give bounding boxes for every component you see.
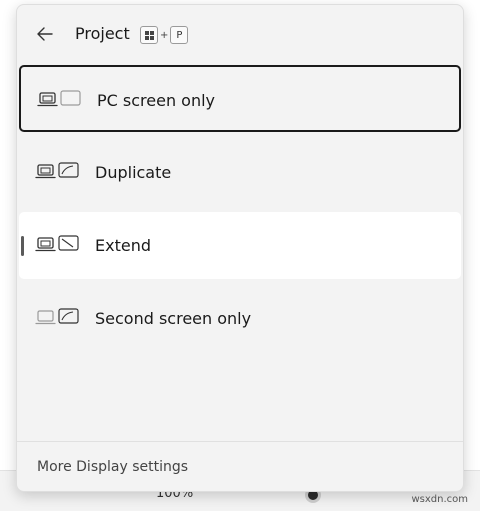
option-label: PC screen only xyxy=(97,91,216,110)
footer-divider xyxy=(17,441,463,442)
option-duplicate[interactable]: Duplicate xyxy=(19,139,461,206)
back-arrow-icon[interactable] xyxy=(35,24,55,44)
more-display-settings-link[interactable]: More Display settings xyxy=(37,459,188,475)
active-indicator xyxy=(21,236,24,256)
option-label: Duplicate xyxy=(95,163,172,182)
option-second-screen-only[interactable]: Second screen only xyxy=(19,285,461,352)
option-extend[interactable]: Extend xyxy=(19,212,461,279)
watermark: wsxdn.com xyxy=(411,494,468,505)
project-flyout: Project + P PC screen only Duplicate Ext… xyxy=(16,4,464,492)
option-label: Extend xyxy=(95,236,151,255)
flyout-header: Project + P xyxy=(17,5,463,63)
extend-icon xyxy=(35,235,81,255)
keyboard-shortcut: + P xyxy=(140,26,189,44)
pc-screen-only-icon xyxy=(37,90,83,110)
duplicate-icon xyxy=(35,162,81,182)
option-label: Second screen only xyxy=(95,309,252,328)
option-pc-screen-only[interactable]: PC screen only xyxy=(19,65,461,132)
shortcut-plus: + xyxy=(160,29,169,41)
p-key: P xyxy=(170,26,189,44)
second-screen-only-icon xyxy=(35,308,81,328)
windows-key-icon xyxy=(140,26,158,44)
page-title: Project xyxy=(75,24,130,43)
